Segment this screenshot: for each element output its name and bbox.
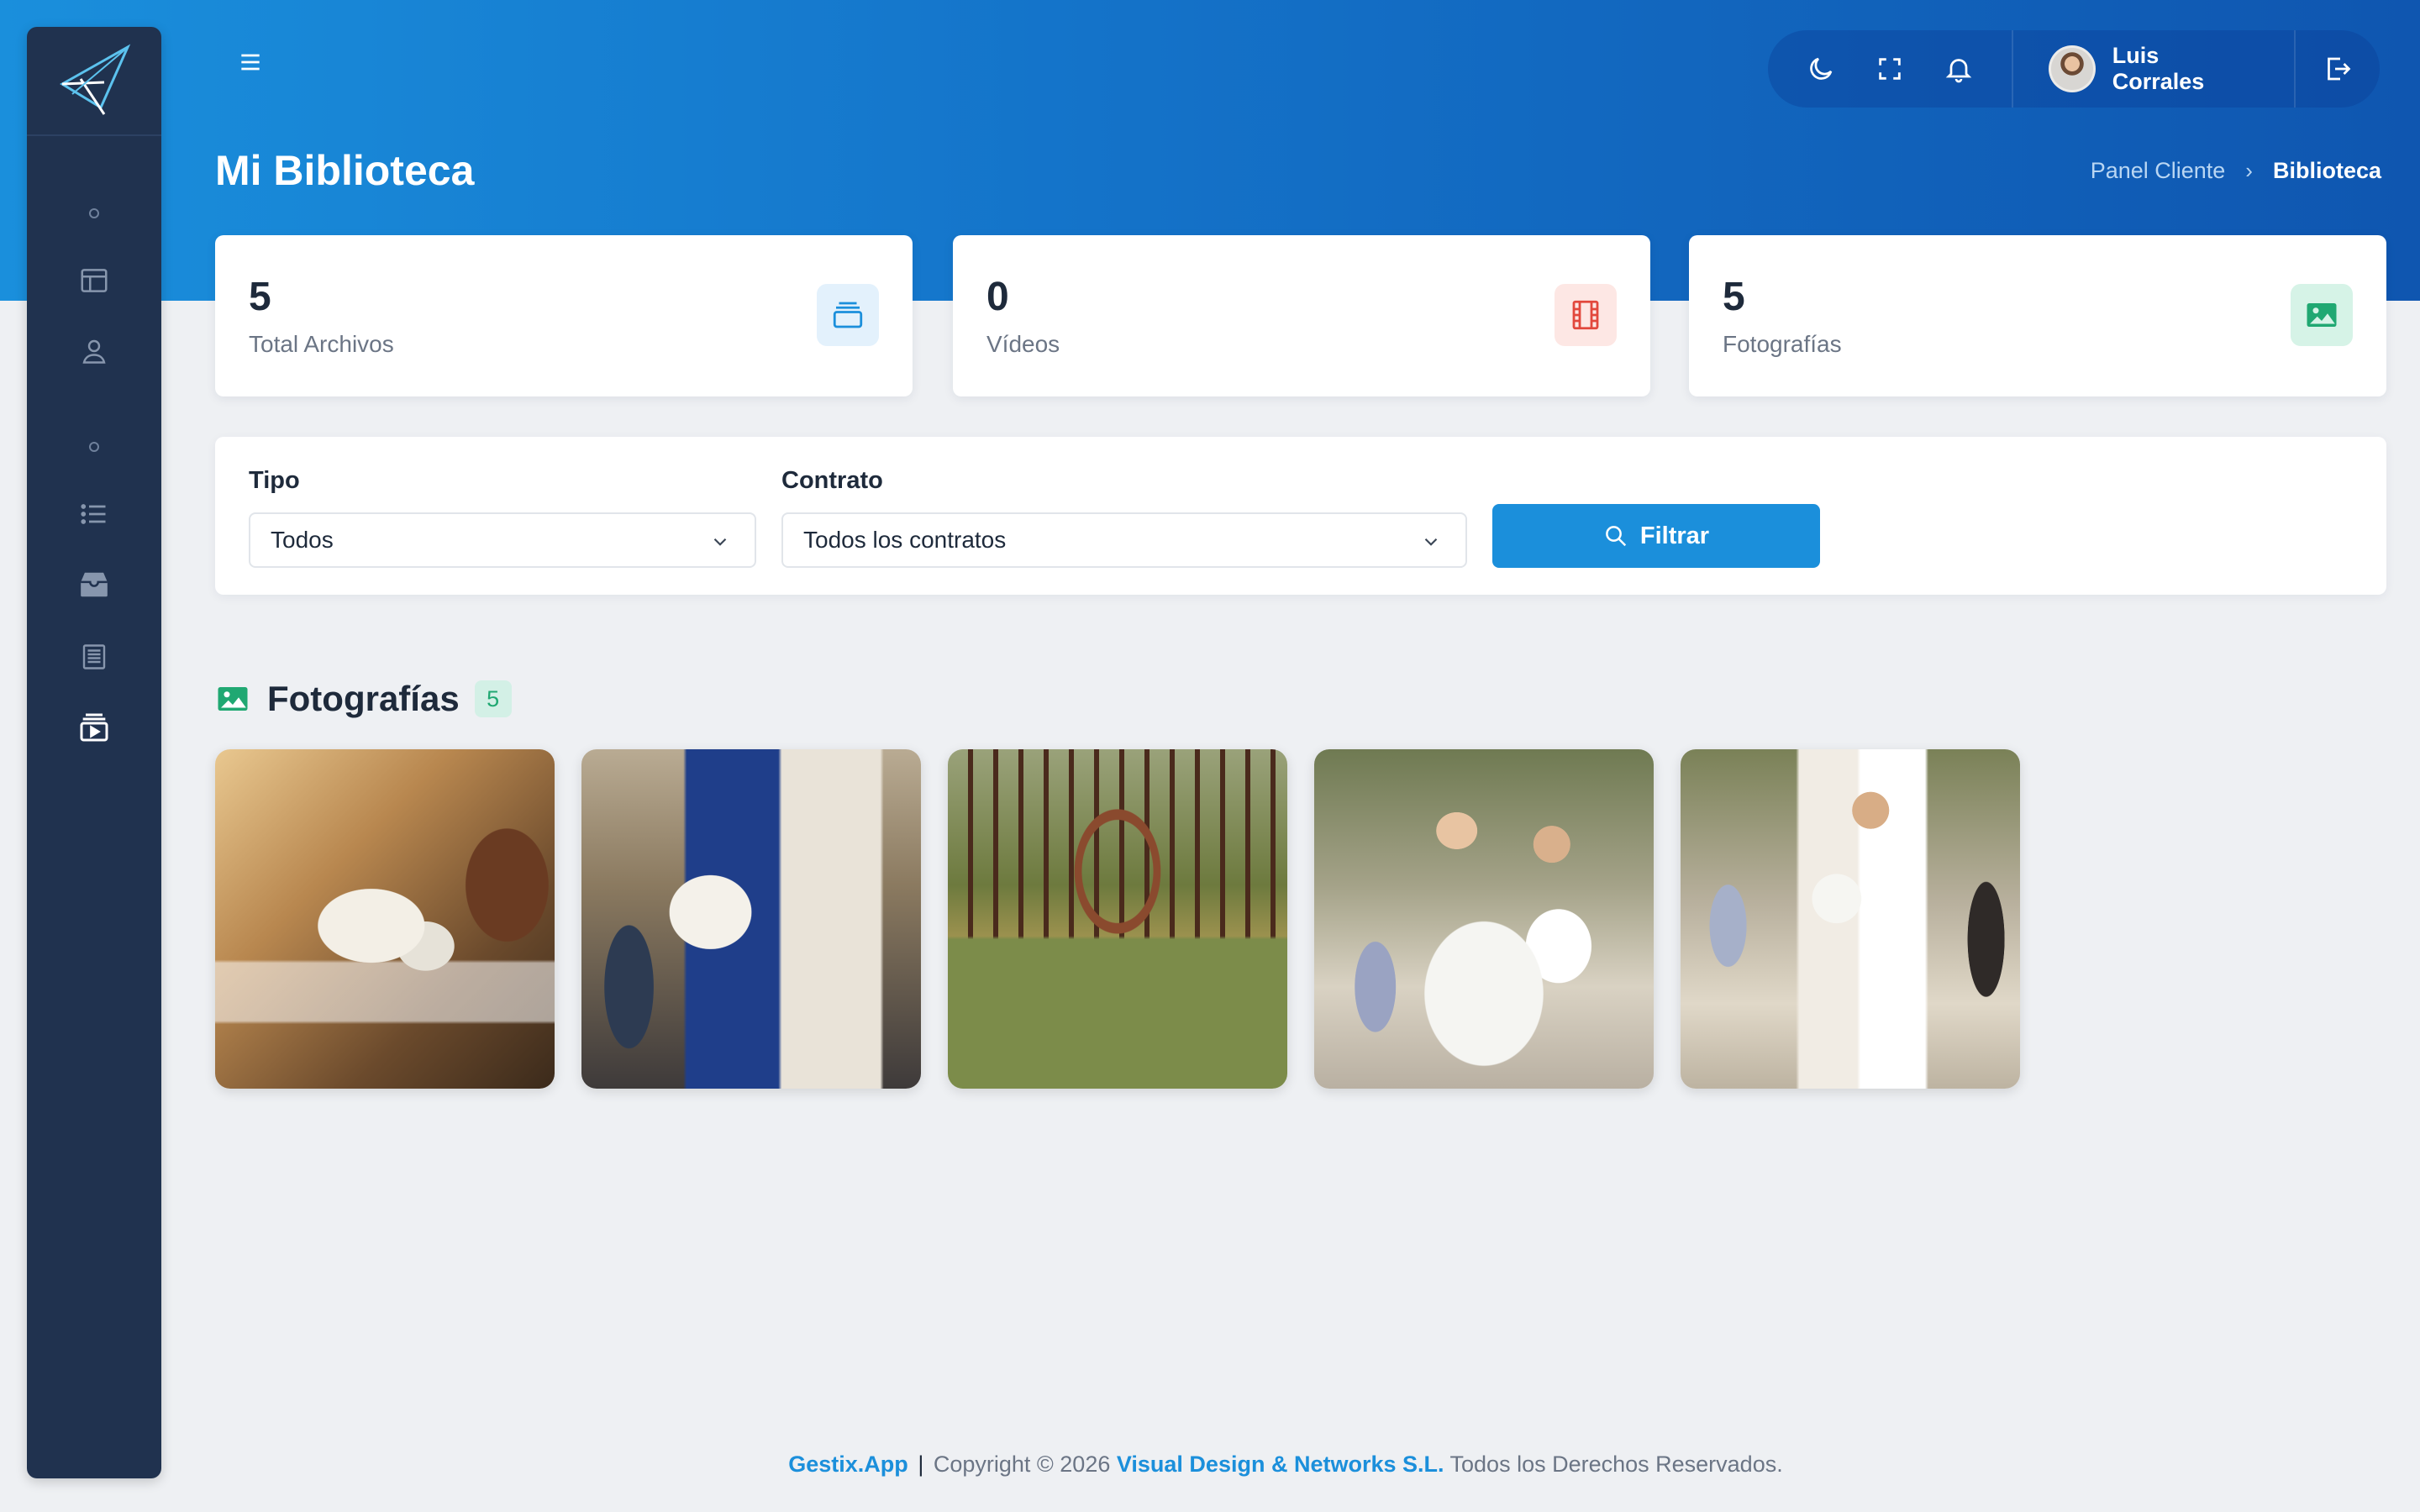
tipo-select[interactable]: Todos [249, 512, 756, 568]
stat-card-photos: 5 Fotografías [1689, 235, 2386, 396]
chevron-down-icon [713, 538, 727, 546]
dark-mode-button[interactable] [1786, 30, 1855, 108]
bell-icon [1945, 59, 1972, 83]
layout-icon [81, 269, 108, 292]
user-icon [82, 339, 106, 364]
sidebar [27, 27, 161, 1478]
user-menu[interactable]: Luis Corrales [2013, 30, 2294, 108]
fullscreen-icon [1879, 58, 1901, 80]
breadcrumb-panel-link[interactable]: Panel Cliente [2091, 158, 2226, 184]
sidebar-item-library[interactable] [27, 702, 161, 753]
layers-icon [833, 302, 863, 328]
logout-icon [2328, 57, 2351, 81]
footer-app-link[interactable]: Gestix.App [788, 1452, 908, 1477]
photo-thumbnail-ceremony-arch[interactable] [948, 749, 1287, 1089]
filter-button[interactable]: Filtrar [1492, 504, 1820, 568]
tipo-label: Tipo [249, 467, 300, 494]
sidebar-item-archive[interactable] [27, 559, 161, 610]
logout-button[interactable] [2296, 30, 2380, 108]
breadcrumb-separator: › [2245, 158, 2253, 183]
sidebar-item-list[interactable] [27, 489, 161, 539]
stat-card-total: 5 Total Archivos [215, 235, 913, 396]
footer-copyright: Copyright © 2026 [933, 1452, 1111, 1477]
stat-icon-box [1555, 284, 1617, 346]
contrato-select[interactable]: Todos los contratos [781, 512, 1467, 568]
search-icon [1606, 526, 1627, 547]
image-icon [2307, 303, 2337, 327]
stat-icon-box [817, 284, 879, 346]
tipo-selected-value: Todos [271, 527, 334, 553]
stat-value: 0 [986, 275, 1009, 319]
contrato-label: Contrato [781, 467, 883, 494]
photo-thumbnail-bouquet-closeup[interactable] [215, 749, 555, 1089]
menu-section-dot [27, 422, 161, 472]
gallery-title: Fotografías [267, 679, 460, 718]
top-actions: Luis Corrales [1768, 30, 2380, 108]
breadcrumb: Panel Cliente › Biblioteca [2091, 158, 2381, 184]
filter-button-label: Filtrar [1639, 522, 1710, 549]
photo-thumbnail-bride-holding-bouquet[interactable] [581, 749, 921, 1089]
image-icon [218, 687, 248, 711]
footer-separator: | [918, 1452, 924, 1477]
sidebar-item-documents[interactable] [27, 632, 161, 682]
photo-thumbnail-couple-celebrating[interactable] [1314, 749, 1654, 1089]
sidebar-item-dashboard[interactable] [27, 255, 161, 306]
stat-value: 5 [1723, 275, 1745, 319]
stat-label: Vídeos [986, 331, 1060, 357]
notifications-button[interactable] [1924, 30, 1993, 108]
footer-rights: Todos los Derechos Reservados. [1449, 1452, 1783, 1477]
user-name: Luis Corrales [2112, 43, 2205, 94]
gallery-count-badge: 5 [474, 680, 512, 717]
app-logo[interactable] [27, 27, 161, 136]
menu-section-dot [27, 188, 161, 239]
document-icon [82, 644, 106, 669]
page-title: Mi Biblioteca [215, 147, 475, 194]
hamburger-menu-icon [241, 54, 260, 71]
breadcrumb-current: Biblioteca [2272, 158, 2381, 183]
stat-card-videos: 0 Vídeos [953, 235, 1650, 396]
stat-value: 5 [249, 275, 271, 319]
sidebar-toggle-button[interactable] [234, 45, 267, 79]
stat-icon-box [2291, 284, 2353, 346]
stat-label: Total Archivos [249, 331, 394, 357]
paper-plane-logo-icon [60, 44, 131, 115]
stat-label: Fotografías [1723, 331, 1842, 357]
filter-panel: Tipo Todos Contrato Todos los contratos … [215, 437, 2386, 595]
film-icon [1572, 300, 1599, 330]
sidebar-item-profile[interactable] [27, 326, 161, 376]
footer: Gestix.App | Copyright © 2026 Visual Des… [0, 1452, 2420, 1478]
fullscreen-button[interactable] [1855, 30, 1924, 108]
gallery-header: Fotografías 5 [215, 679, 512, 719]
list-icon [81, 504, 106, 524]
moon-icon [1810, 57, 1833, 80]
avatar [2048, 45, 2096, 92]
chevron-down-icon [1424, 538, 1438, 546]
media-library-icon [80, 713, 108, 742]
archive-box-icon [81, 572, 108, 597]
contrato-selected-value: Todos los contratos [803, 527, 1007, 553]
photo-thumbnail-couple-embracing[interactable] [1681, 749, 2020, 1089]
footer-company-link[interactable]: Visual Design & Networks S.L. [1117, 1452, 1444, 1477]
